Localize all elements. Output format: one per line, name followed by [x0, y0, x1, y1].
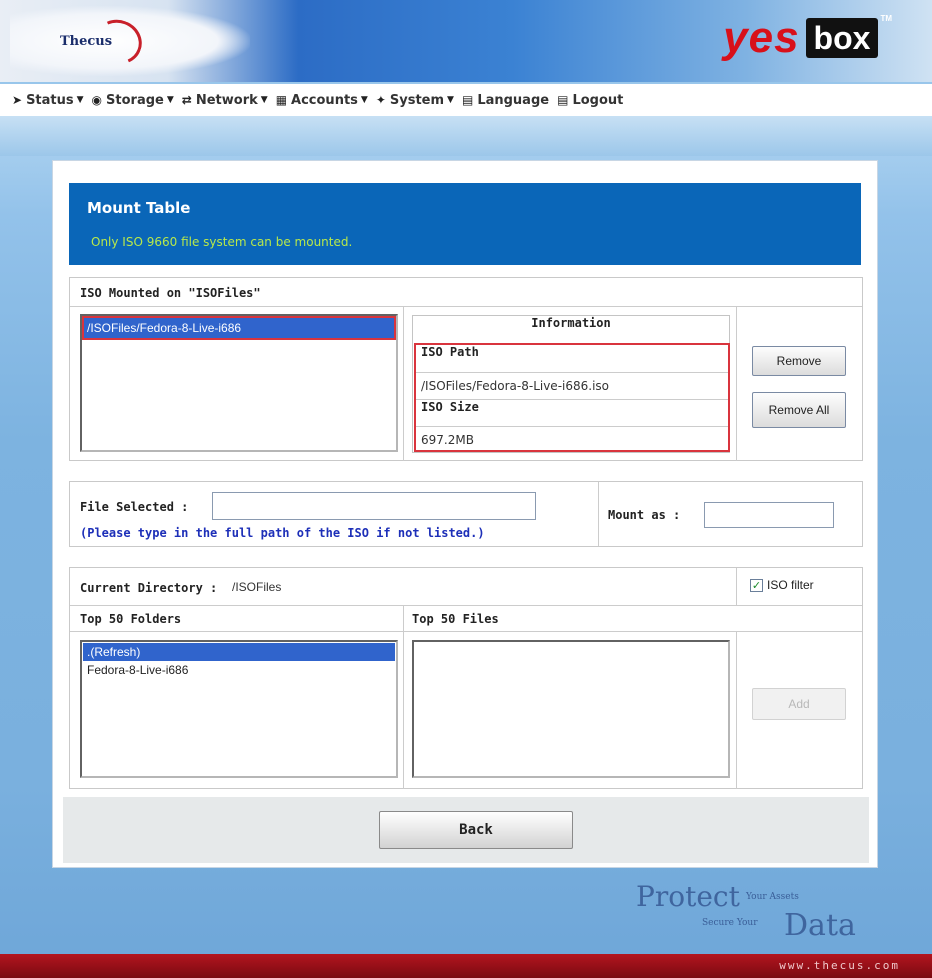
mount-header: Mount Table Only ISO 9660 file system ca… — [69, 183, 861, 265]
menu-logout-label: Logout — [572, 92, 624, 108]
header-strip — [0, 116, 932, 156]
slogan-data: Data — [784, 908, 856, 943]
folder-item[interactable]: .(Refresh) — [83, 643, 395, 661]
directory-section: Current Directory : /ISOFiles ✓ ISO filt… — [69, 567, 863, 789]
back-bar: Back — [63, 797, 869, 863]
mount-title: Mount Table — [87, 199, 191, 217]
main-menu: ➤ Status ▼ ◉ Storage ▼ ⇄ Network ▼ ▦ Acc… — [0, 84, 932, 116]
mount-subtitle: Only ISO 9660 file system can be mounted… — [91, 235, 353, 249]
menu-accounts-label: Accounts — [291, 92, 358, 108]
remove-all-button[interactable]: Remove All — [752, 392, 846, 428]
info-header: Information — [531, 316, 611, 330]
file-selected-label: File Selected : — [80, 500, 189, 514]
app-header: Thecus yes box TM — [0, 0, 932, 82]
slogan-your-assets: Your Assets — [746, 892, 799, 902]
yesbox-logo: yes box TM — [723, 14, 892, 62]
chevron-down-icon: ▼ — [166, 95, 174, 105]
mounted-list-item[interactable]: /ISOFiles/Fedora-8-Live-i686 — [82, 316, 396, 340]
footer-url[interactable]: www.thecus.com — [779, 959, 900, 972]
menu-status[interactable]: ➤ Status ▼ — [12, 93, 84, 108]
menu-language-label: Language — [477, 92, 550, 108]
menu-network-label: Network — [195, 92, 258, 108]
mounted-list[interactable]: /ISOFiles/Fedora-8-Live-i686 — [80, 314, 398, 452]
divider — [736, 632, 737, 789]
mount-as-input[interactable] — [704, 502, 834, 528]
page: Thecus yes box TM ➤ Status ▼ ◉ Storage ▼… — [0, 0, 932, 978]
mounted-label: ISO Mounted on "ISOFiles" — [80, 286, 261, 300]
iso-path-value: /ISOFiles/Fedora-8-Live-i686.iso — [416, 372, 728, 399]
logout-icon: ▤ — [557, 93, 569, 107]
divider — [403, 307, 404, 461]
mount-panel: Mount Table Only ISO 9660 file system ca… — [52, 160, 878, 868]
divider — [403, 606, 404, 632]
file-selected-input[interactable] — [212, 492, 536, 520]
chevron-down-icon: ▼ — [360, 95, 368, 105]
divider — [403, 632, 404, 789]
lists-header-row: Top 50 Folders Top 50 Files — [70, 606, 862, 632]
language-icon: ▤ — [461, 93, 474, 107]
files-list[interactable] — [412, 640, 730, 778]
mount-as-label: Mount as : — [608, 508, 681, 522]
iso-filter-label: ISO filter — [767, 578, 814, 592]
chevron-down-icon: ▼ — [260, 95, 268, 105]
checkbox-checked-icon[interactable]: ✓ — [750, 578, 763, 592]
brand-box: box — [805, 18, 879, 58]
network-icon: ⇄ — [181, 93, 192, 107]
folders-list[interactable]: .(Refresh) Fedora-8-Live-i686 — [80, 640, 398, 778]
iso-size-label: ISO Size — [416, 399, 728, 426]
menu-network[interactable]: ⇄ Network ▼ — [182, 93, 268, 108]
chevron-down-icon: ▼ — [76, 95, 84, 105]
mounted-header-row: ISO Mounted on "ISOFiles" — [70, 278, 862, 307]
menu-status-label: Status — [26, 92, 74, 108]
iso-size-value: 697.2MB — [416, 426, 728, 453]
slogan-protect: Protect — [636, 880, 740, 913]
footer-slogan: Protect Your Assets Secure Your Data — [636, 880, 866, 943]
directory-header-row: Current Directory : /ISOFiles ✓ ISO filt… — [70, 568, 862, 606]
slogan-secure-your: Secure Your — [702, 918, 758, 928]
add-button[interactable]: Add — [752, 688, 846, 720]
brand-tm: TM — [880, 14, 892, 23]
folders-header: Top 50 Folders — [80, 612, 182, 626]
menu-storage[interactable]: ◉ Storage ▼ — [92, 93, 174, 108]
disk-icon: ◉ — [91, 93, 103, 107]
file-selected-hint: (Please type in the full path of the ISO… — [80, 526, 485, 540]
menu-storage-label: Storage — [106, 92, 164, 108]
files-header: Top 50 Files — [412, 612, 499, 626]
menu-logout[interactable]: ▤ Logout — [557, 93, 623, 108]
remove-button[interactable]: Remove — [752, 346, 846, 376]
info-highlight: ISO Path /ISOFiles/Fedora-8-Live-i686.is… — [414, 343, 730, 452]
menu-system-label: System — [389, 92, 445, 108]
divider — [736, 307, 737, 461]
tools-icon: ✦ — [375, 93, 386, 107]
file-select-section: File Selected : (Please type in the full… — [69, 481, 863, 547]
iso-filter-toggle[interactable]: ✓ ISO filter — [750, 578, 814, 592]
arrow-icon: ➤ — [12, 93, 23, 107]
mounted-section: ISO Mounted on "ISOFiles" /ISOFiles/Fedo… — [69, 277, 863, 461]
users-icon: ▦ — [275, 93, 288, 107]
current-directory-value: /ISOFiles — [232, 580, 282, 594]
iso-path-label: ISO Path — [421, 345, 479, 359]
chevron-down-icon: ▼ — [447, 95, 454, 105]
back-button[interactable]: Back — [379, 811, 573, 849]
divider — [598, 482, 599, 546]
info-table: Information ISO Path /ISOFiles/Fedora-8-… — [412, 315, 730, 453]
menu-language[interactable]: ▤ Language — [462, 93, 549, 108]
menu-accounts[interactable]: ▦ Accounts ▼ — [276, 93, 368, 108]
footer-bar: www.thecus.com — [0, 954, 932, 978]
brand-yes: yes — [723, 13, 800, 62]
thecus-logo-text: Thecus — [60, 34, 113, 49]
thecus-logo[interactable]: Thecus — [10, 6, 250, 76]
current-directory-label: Current Directory : — [80, 581, 218, 595]
divider — [736, 568, 737, 606]
folder-item[interactable]: Fedora-8-Live-i686 — [83, 661, 395, 679]
menu-system[interactable]: ✦ System ▼ — [376, 93, 454, 108]
